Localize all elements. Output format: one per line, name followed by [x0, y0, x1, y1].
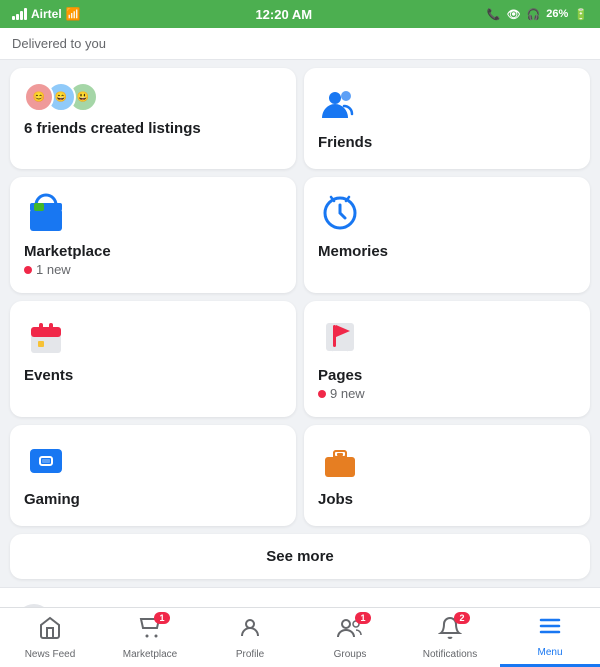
battery-icon: 🔋 — [574, 8, 588, 21]
nav-item-news-feed[interactable]: News Feed — [0, 608, 100, 667]
gaming-title: Gaming — [24, 491, 282, 508]
nav-item-marketplace[interactable]: 1 Marketplace — [100, 608, 200, 667]
signal-icon — [12, 8, 27, 20]
grid-item-gaming[interactable]: Gaming — [10, 425, 296, 526]
status-time: 12:20 AM — [255, 7, 312, 22]
grid-item-friends-listings[interactable]: 😊 😄 😃 6 friends created listings — [10, 68, 296, 169]
nav-item-profile[interactable]: Profile — [200, 608, 300, 667]
memories-title: Memories — [318, 243, 576, 260]
grid-item-memories[interactable]: Memories — [304, 177, 590, 293]
see-more-button[interactable]: See more — [10, 534, 590, 579]
pages-icon — [318, 315, 362, 359]
news-feed-icon — [38, 616, 62, 646]
grid-item-friends[interactable]: Friends — [304, 68, 590, 169]
grid-section: 😊 😄 😃 6 friends created listings Frien — [0, 60, 600, 534]
pages-badge-dot — [318, 390, 326, 398]
nav-item-menu[interactable]: Menu — [500, 608, 600, 667]
pages-badge-text: 9 new — [330, 386, 365, 401]
notifications-nav-badge: 2 — [454, 612, 470, 624]
pages-title: Pages — [318, 367, 576, 384]
profile-nav-icon — [238, 616, 262, 646]
marketplace-badge: 1 new — [24, 262, 282, 277]
marketplace-nav-badge: 1 — [154, 612, 170, 624]
news-feed-label: News Feed — [25, 649, 76, 660]
notifications-nav-label: Notifications — [423, 649, 477, 660]
groups-nav-badge: 1 — [355, 612, 371, 624]
grid-item-jobs[interactable]: Jobs — [304, 425, 590, 526]
marketplace-title: Marketplace — [24, 243, 282, 260]
gaming-icon — [24, 439, 68, 483]
avatar-1: 😊 — [24, 82, 54, 112]
status-bar: Airtel 📶 12:20 AM 📞 👁 🎧 26% 🔋 — [0, 0, 600, 28]
status-right-icons: 📞 👁 🎧 26% 🔋 — [487, 8, 588, 21]
grid-item-events[interactable]: Events — [10, 301, 296, 417]
carrier-label: Airtel — [31, 7, 62, 21]
menu-grid: 😊 😄 😃 6 friends created listings Frien — [10, 68, 590, 526]
main-content: Delivered to you 😊 😄 😃 6 friends created… — [0, 28, 600, 607]
menu-nav-icon — [538, 614, 562, 644]
eye-icon: 👁 — [507, 8, 521, 21]
friends-listings-title: 6 friends created listings — [24, 120, 282, 137]
marketplace-icon — [24, 191, 68, 235]
memories-icon — [318, 191, 362, 235]
notifications-nav-icon: 2 — [438, 616, 462, 646]
groups-nav-label: Groups — [334, 649, 367, 660]
battery-label: 26% — [546, 8, 568, 20]
nav-item-notifications[interactable]: 2 Notifications — [400, 608, 500, 667]
groups-nav-icon: 1 — [337, 616, 363, 646]
friend-avatars: 😊 😄 😃 — [24, 82, 282, 112]
jobs-title: Jobs — [318, 491, 576, 508]
profile-nav-label: Profile — [236, 649, 264, 660]
marketplace-nav-icon: 1 — [138, 616, 162, 646]
status-carrier: Airtel 📶 — [12, 7, 81, 21]
call-icon: 📞 — [487, 8, 501, 21]
marketplace-badge-dot — [24, 266, 32, 274]
nav-item-groups[interactable]: 1 Groups — [300, 608, 400, 667]
grid-item-marketplace[interactable]: Marketplace 1 new — [10, 177, 296, 293]
friends-icon — [318, 82, 362, 126]
delivered-text: Delivered to you — [12, 36, 106, 51]
friends-title: Friends — [318, 134, 576, 151]
pages-badge: 9 new — [318, 386, 576, 401]
marketplace-badge-text: 1 new — [36, 262, 71, 277]
delivered-banner: Delivered to you — [0, 28, 600, 60]
wifi-icon: 📶 — [66, 7, 81, 21]
headphone-icon: 🎧 — [527, 8, 541, 21]
events-title: Events — [24, 367, 282, 384]
menu-nav-label: Menu — [537, 647, 562, 658]
help-support-item[interactable]: ? Help & Support ⌄ — [0, 587, 600, 607]
marketplace-nav-label: Marketplace — [123, 649, 177, 660]
bottom-nav: News Feed 1 Marketplace Profile — [0, 607, 600, 667]
events-icon — [24, 315, 68, 359]
grid-item-pages[interactable]: Pages 9 new — [304, 301, 590, 417]
jobs-icon — [318, 439, 362, 483]
